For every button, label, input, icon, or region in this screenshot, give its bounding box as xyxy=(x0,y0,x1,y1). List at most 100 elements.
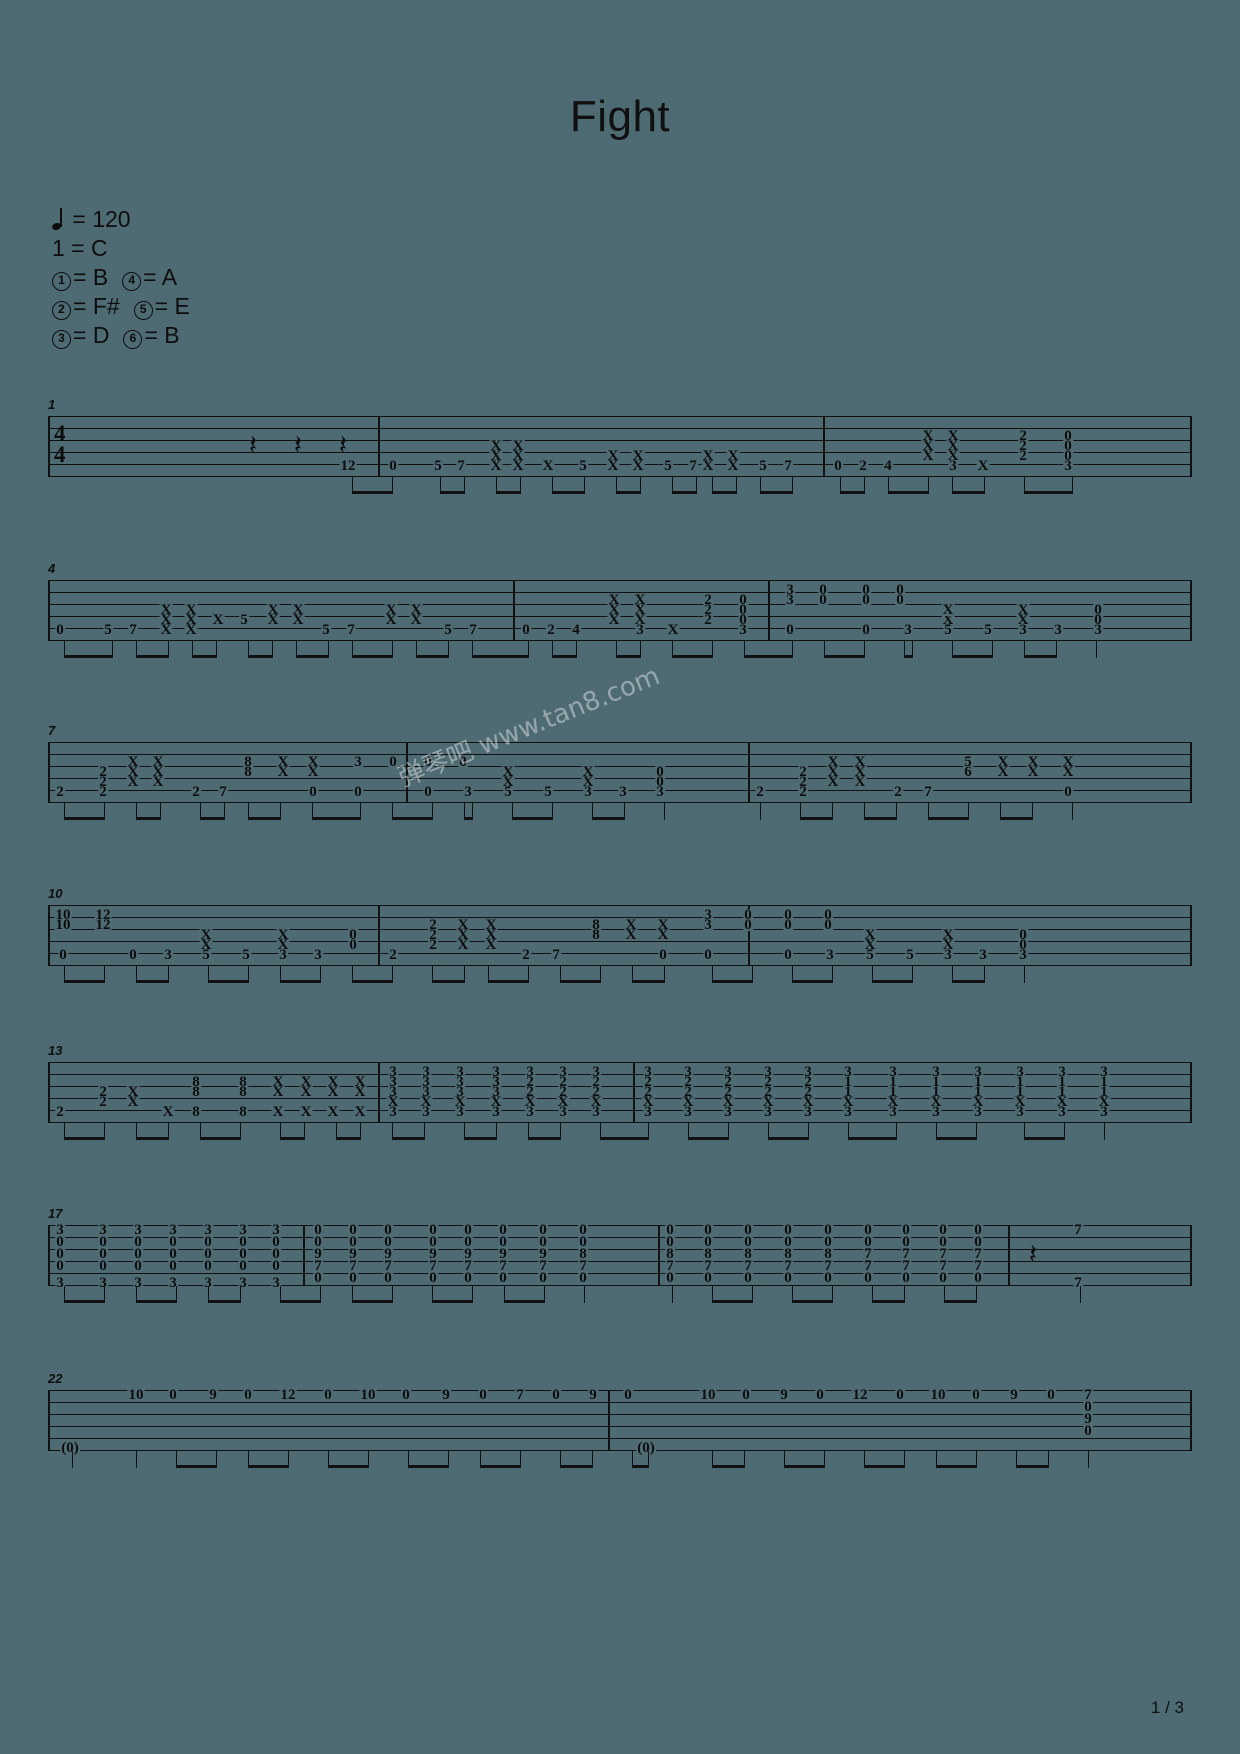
fret-number: 3 xyxy=(525,1104,535,1120)
mute-note: X xyxy=(151,774,165,790)
note-stem xyxy=(728,1123,730,1140)
note-stem xyxy=(392,966,394,983)
note-stem xyxy=(1072,803,1074,820)
note-stem xyxy=(976,1451,978,1468)
beam xyxy=(1016,1465,1048,1469)
fret-number: 0 xyxy=(818,592,828,608)
page-title: Fight xyxy=(569,92,671,141)
fret-number: 3 xyxy=(825,947,835,963)
fret-number: 3 xyxy=(455,1104,465,1120)
quarter-rest-icon: 𝄽 xyxy=(248,430,258,461)
note-stem xyxy=(624,803,626,820)
beam xyxy=(760,491,792,495)
beam xyxy=(280,1137,304,1141)
fret-number: 3 xyxy=(1053,622,1063,638)
mute-note: X xyxy=(326,1084,340,1100)
beam xyxy=(392,1137,424,1141)
end-barline xyxy=(1190,1390,1192,1451)
beam xyxy=(928,817,968,821)
beam xyxy=(800,817,832,821)
tuning-row-2: 2 = F# 5 = E xyxy=(52,292,190,321)
fret-number: 0 xyxy=(658,947,668,963)
note-stem xyxy=(1032,803,1034,820)
fret-number: 0 xyxy=(498,1270,508,1286)
note-stem xyxy=(1072,477,1074,494)
tab-staff: 10 10 12 12 0 0 3 X X 5 5 X X 3 3 0 0 2 2 2 2 X X X X X X 2 7 8 8 X X X X 0… xyxy=(48,905,1192,984)
string-note-6: = B xyxy=(144,322,180,348)
mute-note: X xyxy=(511,458,525,474)
fret-number: 10 xyxy=(54,917,72,933)
fret-number: 3 xyxy=(948,458,958,474)
measure-number: 22 xyxy=(48,1371,63,1386)
measure-number: 4 xyxy=(48,561,56,576)
beam xyxy=(472,655,528,659)
string-note-4: = A xyxy=(143,264,178,290)
note-stem xyxy=(248,966,250,983)
fret-number: 5 xyxy=(241,947,251,963)
fret-number: 7 xyxy=(1073,1222,1083,1238)
note-stem xyxy=(640,477,642,494)
fret-number: 7 xyxy=(783,458,793,474)
fret-number: 2 xyxy=(98,784,108,800)
fret-number: 0 xyxy=(703,947,713,963)
note-stem xyxy=(664,803,666,820)
staff-line xyxy=(48,476,1192,478)
fret-number: 5 xyxy=(865,947,875,963)
fret-number: 8 xyxy=(191,1084,201,1100)
note-stem xyxy=(648,1123,650,1140)
beam xyxy=(176,1465,216,1469)
beam xyxy=(416,655,448,659)
note-stem xyxy=(104,803,106,820)
fret-number: 10 xyxy=(127,1387,145,1403)
note-stem xyxy=(272,641,274,658)
beam xyxy=(600,1137,648,1141)
measure-number: 17 xyxy=(48,1206,63,1221)
tab-system: 17 𝄽 3 0 0 0 3 3 0 0 0 3 3 0 0 0 3 3 0 0 0 3 3 0 0 0 3 3 0 0 0 3 3 0 0 0 3 0 0… xyxy=(48,1206,1192,1304)
fret-number: 0 xyxy=(271,1258,281,1274)
fret-number: 12 xyxy=(851,1387,869,1403)
mute-note: X xyxy=(271,1104,285,1120)
fret-number: 5 xyxy=(758,458,768,474)
fret-number: 12 xyxy=(279,1387,297,1403)
fret-number: 3 xyxy=(421,1104,431,1120)
beam xyxy=(552,491,584,495)
fret-number: 2 xyxy=(521,947,531,963)
note-stem xyxy=(168,1123,170,1140)
note-stem xyxy=(1064,1123,1066,1140)
beam xyxy=(560,980,600,984)
fret-number: 3 xyxy=(931,1104,941,1120)
fret-number: 3 xyxy=(703,917,713,933)
note-stem xyxy=(304,1123,306,1140)
mute-note: X xyxy=(299,1104,313,1120)
note-stem xyxy=(112,641,114,658)
beam xyxy=(632,980,664,984)
key-row: 1 = C xyxy=(52,235,108,261)
note-stem xyxy=(648,1451,650,1468)
mute-note: X xyxy=(126,774,140,790)
fret-number: 0 xyxy=(203,1258,213,1274)
beam xyxy=(824,655,864,659)
fret-number: 2 xyxy=(546,622,556,638)
tab-system: 1 4 4 𝄽 𝄽 𝄽 12 0 5 7 X X X X X X X 5 X X X X X X X X 5 7 5 7 0 2 4 X X X X X X… xyxy=(48,397,1192,495)
barline xyxy=(303,1225,305,1286)
mute-note: X xyxy=(606,458,620,474)
string-note-1: = B xyxy=(73,264,109,290)
mute-note: X xyxy=(921,448,935,464)
note-stem xyxy=(528,641,530,658)
beam xyxy=(688,1137,728,1141)
note-stem xyxy=(864,641,866,658)
fret-number: 3 xyxy=(655,784,665,800)
beam xyxy=(408,1465,448,1469)
mute-note: X xyxy=(353,1104,367,1120)
tuning-row-3: 3 = D 6 = B xyxy=(52,321,190,350)
beam xyxy=(840,491,864,495)
staff-line xyxy=(48,766,1192,768)
start-barline xyxy=(48,1225,50,1286)
note-stem xyxy=(280,803,282,820)
beam xyxy=(784,1465,824,1469)
fret-number: 3 xyxy=(785,592,795,608)
note-stem xyxy=(160,803,162,820)
fret-number: 0 xyxy=(313,1270,323,1286)
fret-number: 0 xyxy=(741,1387,751,1403)
note-stem xyxy=(592,1451,594,1468)
